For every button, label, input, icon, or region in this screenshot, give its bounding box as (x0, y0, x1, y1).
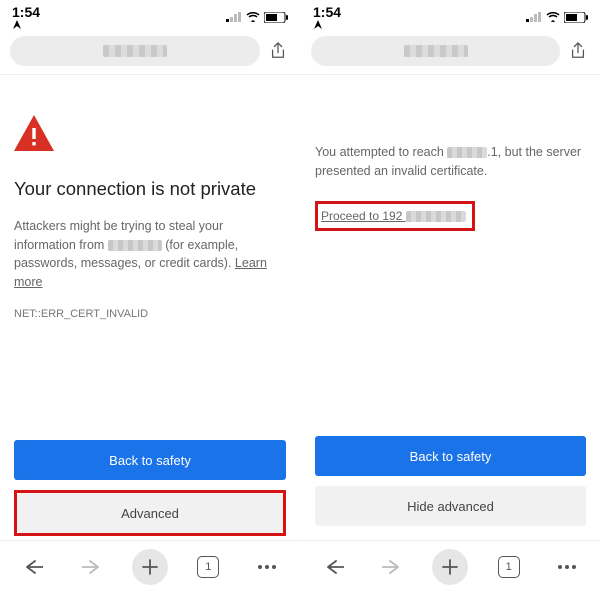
browser-toolbar: 1 (301, 540, 600, 595)
url-field[interactable] (10, 36, 260, 66)
forward-icon (374, 549, 410, 585)
wifi-icon (246, 12, 260, 22)
phone-left: 1:54 Your connection is not private Atta… (0, 0, 300, 595)
warning-heading: Your connection is not private (14, 175, 286, 203)
hide-advanced-button[interactable]: Hide advanced (315, 486, 586, 526)
browser-toolbar: 1 (0, 540, 300, 595)
tabs-button[interactable]: 1 (491, 549, 527, 585)
redacted-host (447, 147, 487, 158)
back-to-safety-button[interactable]: Back to safety (315, 436, 586, 476)
menu-button[interactable] (549, 549, 585, 585)
advanced-highlight: Advanced (14, 490, 286, 536)
new-tab-button[interactable] (132, 549, 168, 585)
status-bar: 1:54 (0, 0, 300, 32)
share-button[interactable] (266, 39, 290, 63)
address-bar (301, 32, 600, 75)
url-field[interactable] (311, 36, 560, 66)
back-icon[interactable] (15, 549, 51, 585)
advanced-body: You attempted to reach .1, but the serve… (315, 143, 586, 181)
advanced-content: You attempted to reach .1, but the serve… (301, 75, 600, 426)
new-tab-button[interactable] (432, 549, 468, 585)
redacted-host (108, 240, 162, 251)
warning-icon (14, 115, 54, 151)
advanced-button[interactable]: Advanced (17, 493, 283, 533)
menu-button[interactable] (249, 549, 285, 585)
signal-icon (526, 12, 542, 22)
tabs-button[interactable]: 1 (190, 549, 226, 585)
proceed-highlight: Proceed to 192 (315, 201, 475, 232)
signal-icon (226, 12, 242, 22)
back-to-safety-button[interactable]: Back to safety (14, 440, 286, 480)
battery-icon (564, 12, 588, 23)
battery-icon (264, 12, 288, 23)
wifi-icon (546, 12, 560, 22)
status-bar: 1:54 (301, 0, 600, 32)
status-time: 1:54 (313, 4, 341, 30)
forward-icon (74, 549, 110, 585)
address-bar (0, 32, 300, 75)
back-icon[interactable] (316, 549, 352, 585)
warning-content: Your connection is not private Attackers… (0, 75, 300, 430)
status-time: 1:54 (12, 4, 40, 30)
share-button[interactable] (566, 39, 590, 63)
warning-body: Attackers might be trying to steal your … (14, 217, 286, 292)
error-code: NET::ERR_CERT_INVALID (14, 306, 286, 323)
phone-right: 1:54 You attempted to reach .1, but the … (300, 0, 600, 595)
proceed-link[interactable]: Proceed to 192 (321, 209, 466, 223)
